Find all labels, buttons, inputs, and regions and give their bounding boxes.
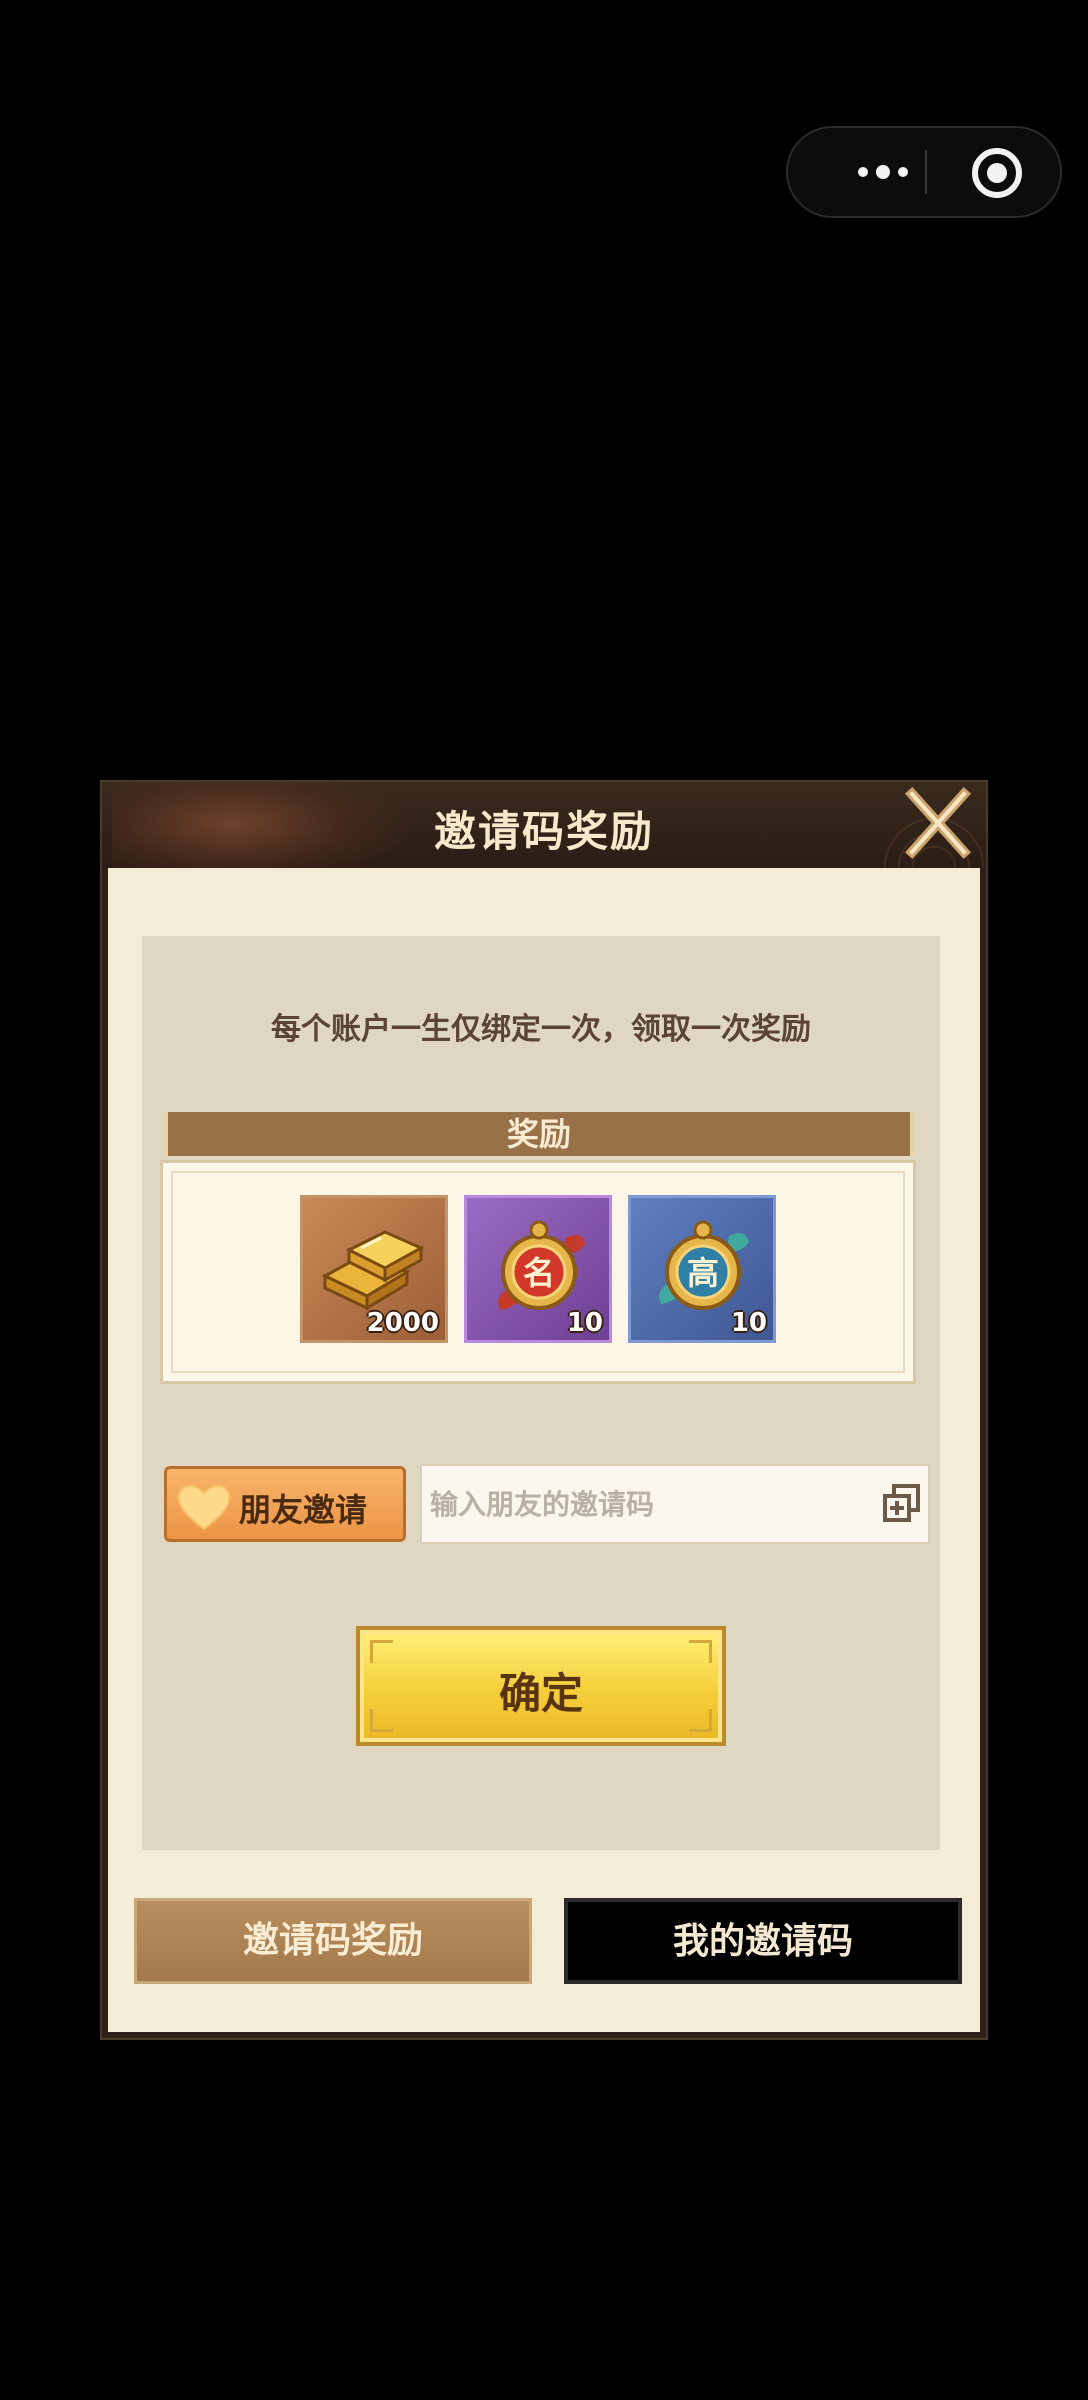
tab-my-invite-code[interactable]: 我的邀请码	[564, 1898, 962, 1984]
reward-box: 2000 名 10 高 10	[160, 1160, 916, 1384]
more-dots-icon[interactable]	[828, 128, 938, 216]
invite-code-dialog: 邀请码奖励 每个账户一生仅绑定一次，领取一次奖励 奖励 2000 名 10 高 …	[102, 782, 986, 2038]
friend-invite-label: 朋友邀请	[239, 1491, 368, 1529]
svg-text:高: 高	[687, 1254, 719, 1292]
reward-header: 奖励	[164, 1112, 914, 1156]
reward-item-advanced-medal[interactable]: 高 10	[628, 1195, 776, 1343]
reward-item-famous-medal[interactable]: 名 10	[464, 1195, 612, 1343]
paste-icon[interactable]	[882, 1484, 922, 1524]
binding-notice: 每个账户一生仅绑定一次，领取一次奖励	[271, 1012, 811, 1047]
reward-count: 2000	[366, 1308, 439, 1338]
capsule-divider	[925, 150, 927, 194]
dialog-header: 邀请码奖励	[102, 782, 986, 868]
heart-icon	[177, 1484, 231, 1531]
friend-invite-button[interactable]: 朋友邀请	[164, 1466, 406, 1542]
svg-text:名: 名	[523, 1254, 555, 1292]
crossed-swords-close-icon[interactable]	[898, 782, 978, 862]
dialog-title: 邀请码奖励	[433, 807, 654, 856]
invite-code-input[interactable]	[420, 1464, 930, 1544]
reward-count: 10	[566, 1308, 603, 1338]
invite-panel: 每个账户一生仅绑定一次，领取一次奖励 奖励 2000 名 10 高 10 朋友邀…	[142, 936, 940, 1850]
reward-count: 10	[730, 1308, 767, 1338]
confirm-button[interactable]: 确定	[356, 1626, 726, 1746]
tab-invite-reward[interactable]: 邀请码奖励	[134, 1898, 532, 1984]
confirm-label: 确定	[498, 1669, 583, 1718]
reward-item-gold[interactable]: 2000	[300, 1195, 448, 1343]
reward-items: 2000 名 10 高 10	[163, 1195, 913, 1343]
invite-code-row: 朋友邀请	[164, 1464, 934, 1544]
mini-program-capsule	[786, 126, 1062, 218]
target-circle-icon[interactable]	[972, 148, 1022, 198]
